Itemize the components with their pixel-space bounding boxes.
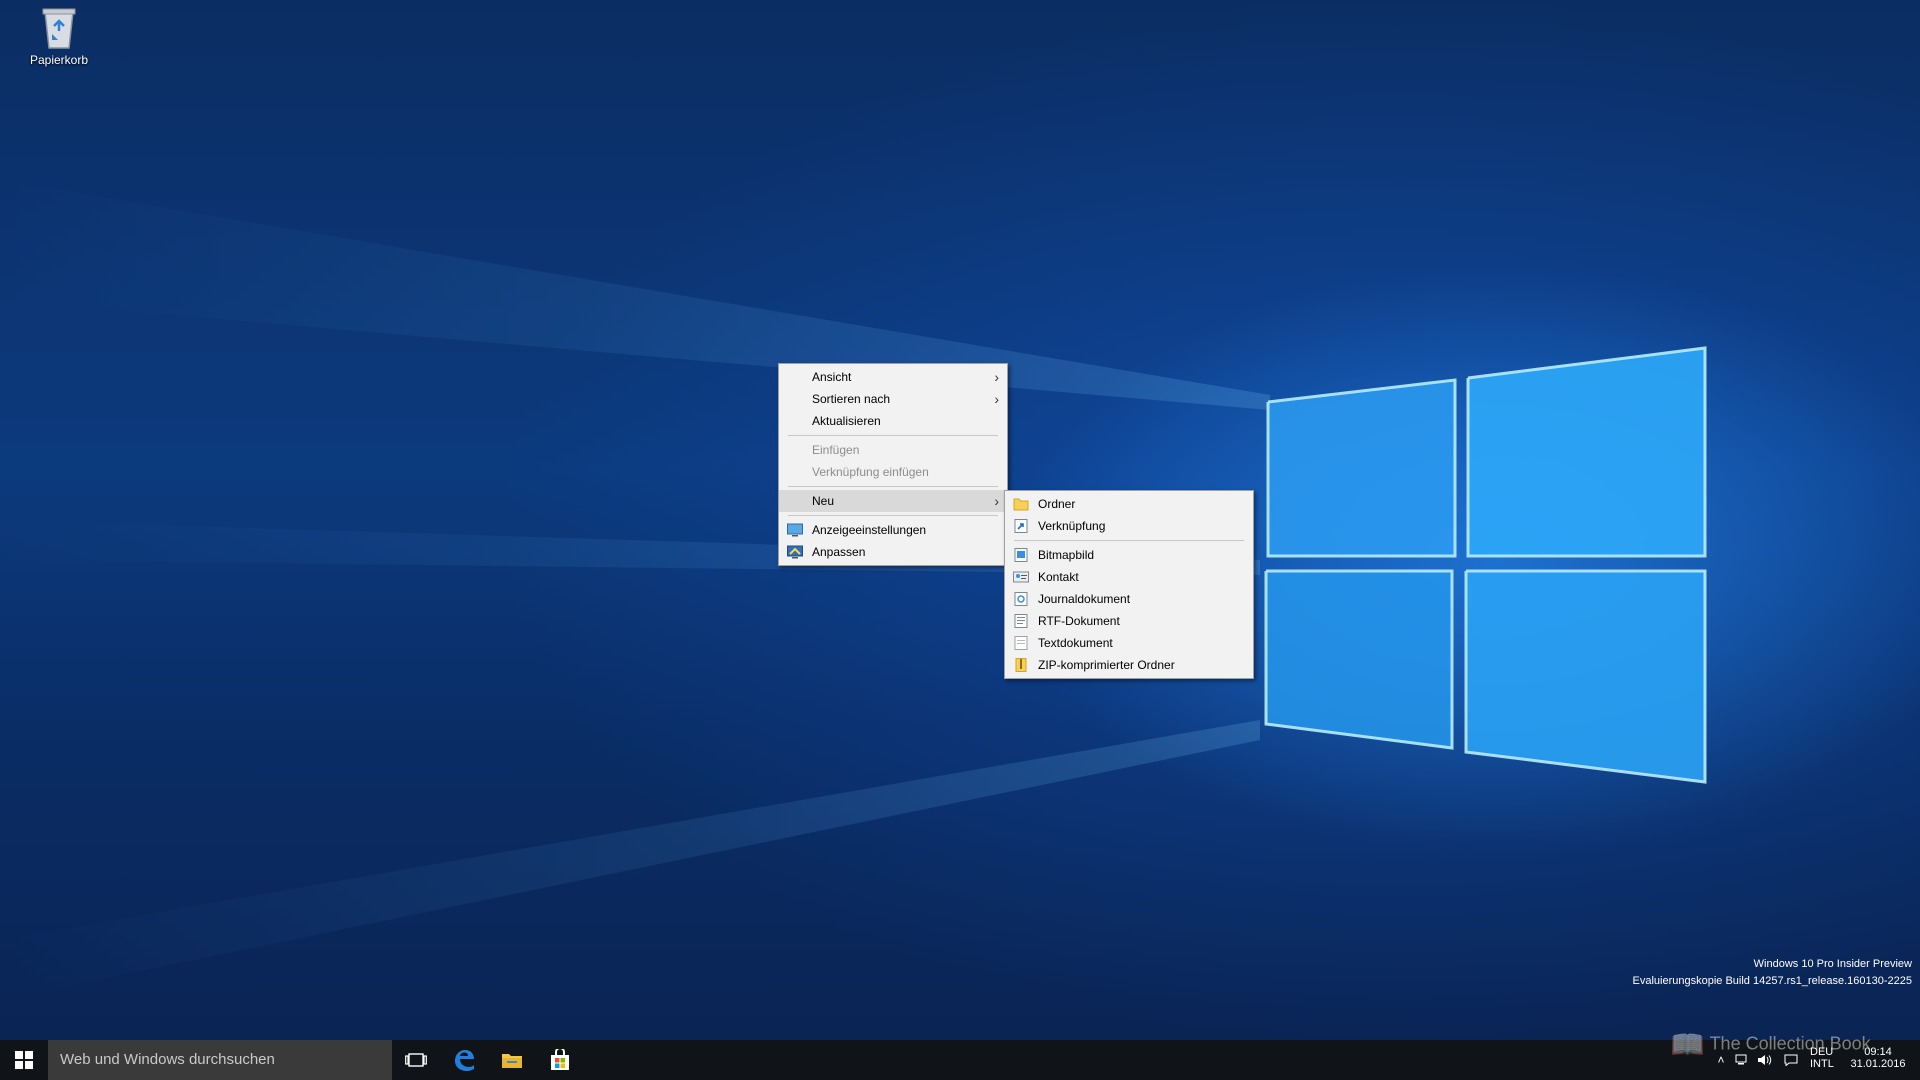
submenu-item-bitmapbild[interactable]: Bitmapbild xyxy=(1005,544,1253,566)
submenu-item-rtf-dokument[interactable]: RTF-Dokument xyxy=(1005,610,1253,632)
store-icon xyxy=(551,1049,569,1070)
menu-item-einfuegen[interactable]: Einfügen xyxy=(779,439,1007,461)
shortcut-icon xyxy=(1014,519,1028,533)
submenu-item-label: ZIP-komprimierter Ordner xyxy=(1038,658,1175,672)
submenu-item-label: Textdokument xyxy=(1038,636,1113,650)
menu-item-neu[interactable]: Neu › xyxy=(779,490,1007,512)
submenu-item-label: Kontakt xyxy=(1038,570,1079,584)
zip-folder-icon xyxy=(1015,658,1027,672)
submenu-item-journaldokument[interactable]: Journaldokument xyxy=(1005,588,1253,610)
menu-item-anzeigeeinstellungen[interactable]: Anzeigeeinstellungen xyxy=(779,519,1007,541)
desktop-icon-label: Papierkorb xyxy=(29,53,89,67)
submenu-item-label: RTF-Dokument xyxy=(1038,614,1120,628)
recycle-bin-icon xyxy=(42,8,76,49)
menu-item-sortieren-nach[interactable]: Sortieren nach › xyxy=(779,388,1007,410)
book-icon: 📖 xyxy=(1670,1029,1705,1060)
menu-separator xyxy=(788,515,998,516)
rtf-document-icon xyxy=(1014,614,1028,628)
submenu-item-zip-ordner[interactable]: ZIP-komprimierter Ordner xyxy=(1005,654,1253,676)
watermark-build: Evaluierungskopie Build 14257.rs1_releas… xyxy=(1632,975,1912,987)
menu-item-label: Anpassen xyxy=(812,545,866,559)
submenu-item-label: Bitmapbild xyxy=(1038,548,1095,562)
chevron-right-icon: › xyxy=(994,493,999,509)
personalize-icon xyxy=(787,545,803,559)
task-view-button[interactable] xyxy=(392,1040,440,1080)
desktop-background[interactable]: Papierkorb Ansicht › Sortieren nach › Ak… xyxy=(0,0,1920,1040)
menu-item-verknuepfung-einfuegen[interactable]: Verknüpfung einfügen xyxy=(779,461,1007,483)
menu-item-ansicht[interactable]: Ansicht › xyxy=(779,366,1007,388)
submenu-item-verknuepfung[interactable]: Verknüpfung xyxy=(1005,515,1253,537)
watermark-edition: Windows 10 Pro Insider Preview xyxy=(1753,958,1912,970)
menu-item-label: Neu xyxy=(812,494,835,508)
store-button[interactable] xyxy=(536,1040,584,1080)
edge-button[interactable] xyxy=(440,1040,488,1080)
start-button[interactable] xyxy=(0,1040,48,1080)
contact-icon xyxy=(1013,571,1029,583)
menu-item-label: Verknüpfung einfügen xyxy=(812,465,929,479)
build-watermark: Windows 10 Pro Insider Preview Evaluieru… xyxy=(1633,956,1912,990)
task-view-icon xyxy=(405,1053,427,1067)
submenu-item-kontakt[interactable]: Kontakt xyxy=(1005,566,1253,588)
chevron-right-icon: › xyxy=(994,391,999,407)
display-settings-icon xyxy=(787,523,803,537)
taskbar: Web und Windows durchsuchen ˄ DEU INTL 0… xyxy=(0,1040,1920,1080)
submenu-item-ordner[interactable]: Ordner xyxy=(1005,493,1253,515)
desktop-context-menu: Ansicht › Sortieren nach › Aktualisieren… xyxy=(778,363,1008,566)
submenu-item-label: Ordner xyxy=(1038,497,1076,511)
text-document-icon xyxy=(1014,636,1028,650)
submenu-item-label: Verknüpfung xyxy=(1038,519,1106,533)
windows-logo-icon xyxy=(15,1051,33,1069)
brand-overlay: 📖 The Collection Book xyxy=(1670,1028,1871,1061)
menu-item-label: Anzeigeeinstellungen xyxy=(812,523,927,537)
submenu-item-textdokument[interactable]: Textdokument xyxy=(1005,632,1253,654)
submenu-item-label: Journaldokument xyxy=(1038,592,1131,606)
menu-separator xyxy=(1014,540,1244,541)
chevron-right-icon: › xyxy=(994,369,999,385)
menu-separator xyxy=(788,435,998,436)
folder-icon xyxy=(1013,498,1029,511)
brand-text: The Collection Book xyxy=(1709,1033,1871,1054)
edge-icon xyxy=(455,1050,474,1071)
file-explorer-button[interactable] xyxy=(488,1040,536,1080)
menu-item-label: Einfügen xyxy=(812,443,860,457)
menu-item-label: Aktualisieren xyxy=(812,414,881,428)
file-explorer-icon xyxy=(502,1054,522,1068)
desktop-icon-papierkorb[interactable]: Papierkorb xyxy=(22,6,96,67)
menu-item-label: Sortieren nach xyxy=(812,392,891,406)
menu-item-label: Ansicht xyxy=(812,370,852,384)
search-input[interactable]: Web und Windows durchsuchen xyxy=(48,1040,392,1080)
bitmap-icon xyxy=(1014,548,1028,562)
menu-item-aktualisieren[interactable]: Aktualisieren xyxy=(779,410,1007,432)
journal-icon xyxy=(1014,592,1028,606)
menu-separator xyxy=(788,486,998,487)
menu-item-anpassen[interactable]: Anpassen xyxy=(779,541,1007,563)
submenu-neu: Ordner Verknüpfung Bitmapbild Kontakt Jo… xyxy=(1004,490,1254,679)
